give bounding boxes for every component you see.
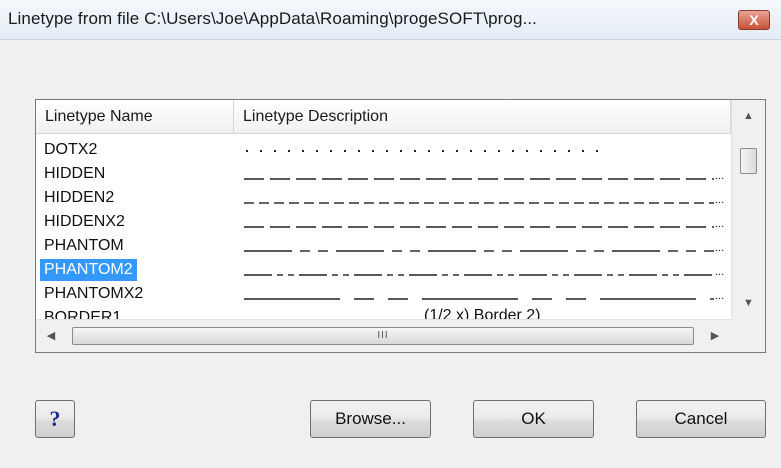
vertical-scroll-thumb[interactable] [740,148,757,174]
linetype-description-cell: ... [244,282,728,306]
linetype-preview [246,150,598,152]
scroll-right-icon[interactable]: ▶ [700,320,730,352]
linetype-preview: ... [244,218,724,230]
list-row[interactable]: PHANTOMX2... [36,282,731,306]
linetype-preview: ... [244,194,724,206]
list-row[interactable]: PHANTOM2... [36,258,731,282]
scroll-left-icon[interactable]: ◀ [36,320,66,352]
linetype-name-cell: HIDDENX2 [44,213,125,230]
column-header-linetype-description[interactable]: Linetype Description [234,100,731,134]
truncation-ellipsis: ... [715,218,724,230]
linetype-description-cell: ... [244,162,728,186]
help-button[interactable]: ? [35,400,75,438]
linetype-name-cell: PHANTOMX2 [44,285,144,302]
list-row[interactable]: HIDDENX2... [36,210,731,234]
list-row[interactable]: HIDDEN2... [36,186,731,210]
list-row[interactable]: HIDDEN... [36,162,731,186]
horizontal-scrollbar[interactable]: ◀ III ▶ [36,319,731,352]
list-row[interactable]: DOTX2 [36,138,731,162]
linetype-dialog: Linetype from file C:\Users\Joe\AppData\… [0,0,781,468]
title-bar[interactable]: Linetype from file C:\Users\Joe\AppData\… [0,0,781,40]
close-button[interactable]: X [738,10,770,30]
scrollbar-corner [731,319,765,352]
grip-icon: III [377,330,389,341]
truncation-ellipsis: ... [715,170,724,182]
linetype-description-cell: ... [244,210,728,234]
linetype-preview: ... [244,242,724,254]
column-header-linetype-name[interactable]: Linetype Name [36,100,234,134]
linetype-description-cell [244,138,728,162]
linetype-description-cell: ... [244,186,728,210]
linetype-name-cell: PHANTOM2 [40,259,137,281]
horizontal-scroll-thumb[interactable]: III [72,327,694,345]
linetype-preview: ... [244,170,724,182]
ok-button[interactable]: OK [473,400,594,438]
list-row[interactable]: PHANTOM... [36,234,731,258]
truncation-ellipsis: ... [715,194,724,206]
linetype-list[interactable]: Linetype Name Linetype Description DOTX2… [35,99,766,353]
linetype-name-cell: PHANTOM [44,237,124,254]
linetype-preview: ... [244,290,724,302]
vertical-scrollbar[interactable]: ▲ ▼ [731,100,765,319]
cancel-button[interactable]: Cancel [636,400,766,438]
scroll-up-icon[interactable]: ▲ [732,100,765,132]
close-icon: X [749,12,759,28]
help-icon: ? [49,406,61,431]
truncation-ellipsis: ... [715,266,724,278]
linetype-description-cell: ... [244,234,728,258]
linetype-description-cell: ... [244,258,728,282]
truncation-ellipsis: ... [715,290,724,302]
linetype-name-cell: HIDDEN [44,165,106,182]
browse-button[interactable]: Browse... [310,400,431,438]
linetype-name-cell: HIDDEN2 [44,189,115,206]
linetype-preview: ... [244,266,724,278]
scroll-down-icon[interactable]: ▼ [732,287,765,319]
window-title: Linetype from file C:\Users\Joe\AppData\… [8,9,538,28]
linetype-name-cell: DOTX2 [44,141,98,158]
truncation-ellipsis: ... [715,242,724,254]
